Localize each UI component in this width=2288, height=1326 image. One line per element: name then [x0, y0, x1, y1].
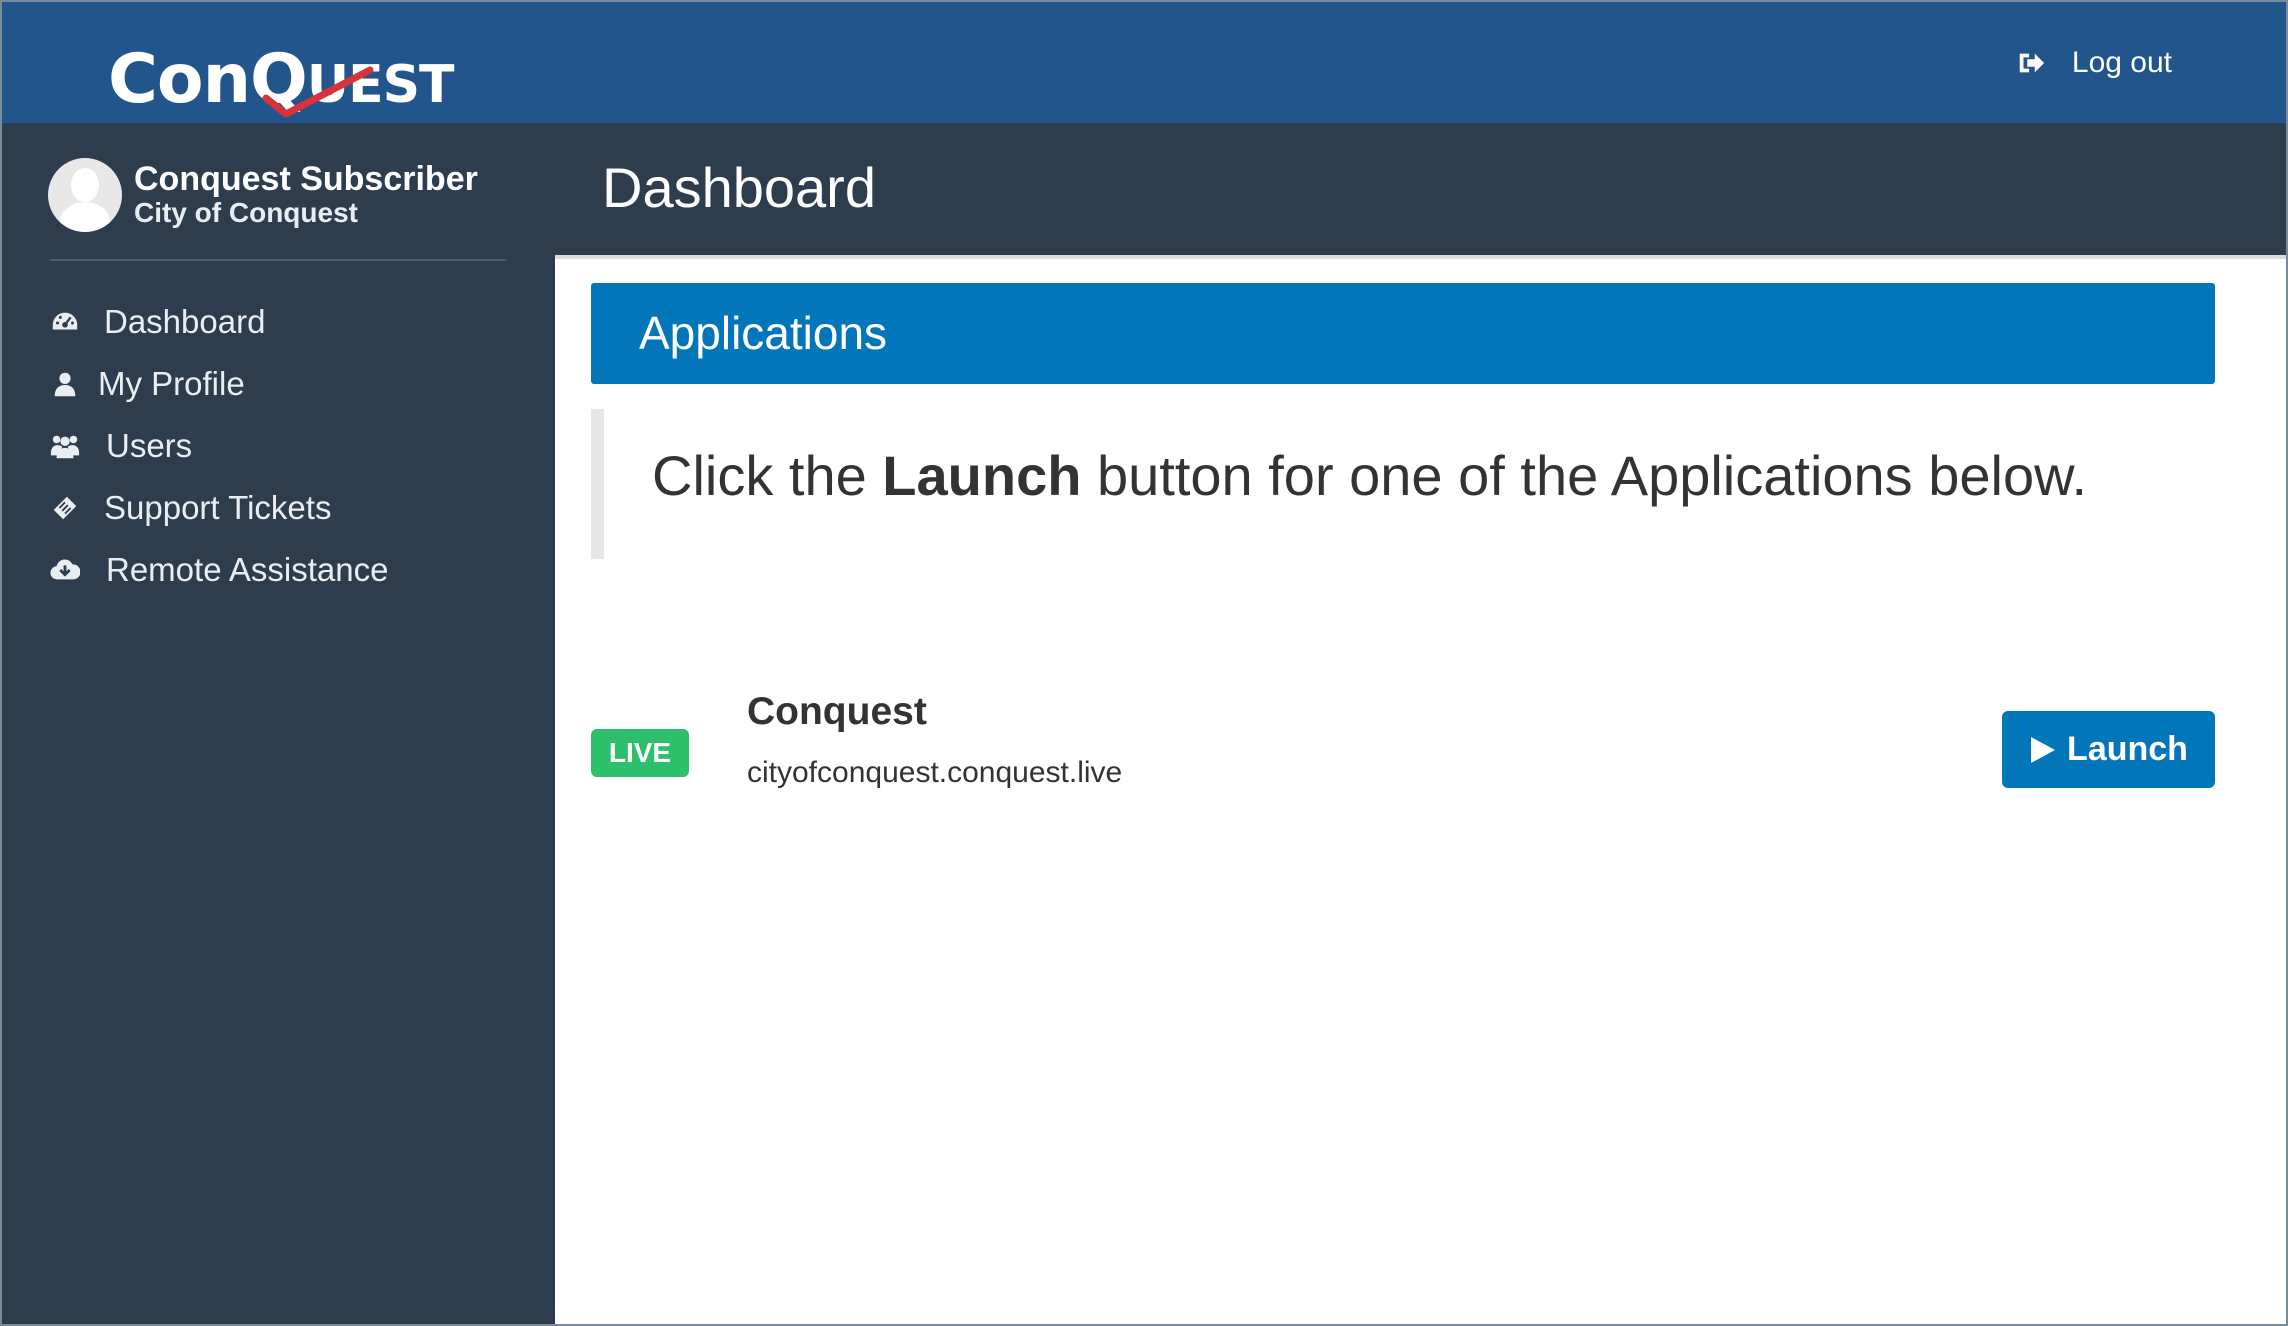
launch-label: Launch	[2067, 730, 2188, 768]
page-header: Dashboard	[555, 123, 2286, 259]
sidebar-item-label: Remote Assistance	[106, 551, 389, 588]
logout-label: Log out	[2071, 46, 2172, 79]
instruction-emphasis: Launch	[882, 444, 1082, 507]
app-window: ConQUEST Log out Conquest Subscriber Cit…	[0, 0, 2288, 1326]
launch-button[interactable]: Launch	[2002, 711, 2215, 788]
status-badge: LIVE	[591, 729, 689, 777]
user-name: Conquest Subscriber	[134, 160, 478, 198]
sidebar-item-support-tickets[interactable]: Support Tickets	[48, 477, 528, 539]
sidebar-item-my-profile[interactable]: My Profile	[48, 353, 528, 415]
sidebar-item-label: Support Tickets	[104, 489, 332, 526]
sidebar-item-label: Dashboard	[104, 303, 266, 340]
sidebar-item-label: Users	[106, 427, 193, 464]
sidebar-item-label: My Profile	[98, 365, 245, 402]
avatar	[48, 158, 122, 232]
sign-out-icon	[2019, 53, 2045, 73]
instruction-text: Click the Launch button for one of the A…	[652, 444, 2088, 507]
play-icon	[2031, 736, 2056, 763]
applications-title: Applications	[639, 307, 888, 359]
ticket-icon	[48, 491, 82, 525]
logo-checkmark-icon	[262, 66, 374, 118]
instruction-blockquote: Click the Launch button for one of the A…	[591, 409, 2215, 559]
application-name: Conquest	[747, 690, 927, 733]
users-icon	[48, 429, 82, 463]
sidebar: Conquest Subscriber City of Conquest Das…	[2, 123, 555, 1324]
cloud-download-icon	[48, 553, 82, 587]
sidebar-item-dashboard[interactable]: Dashboard	[48, 291, 528, 353]
sidebar-item-users[interactable]: Users	[48, 415, 528, 477]
applications-panel-header: Applications	[591, 283, 2215, 384]
conquest-logo[interactable]: ConQUEST	[108, 24, 455, 118]
user-organization: City of Conquest	[134, 197, 358, 228]
application-row: LIVE Conquest cityofconquest.conquest.li…	[591, 689, 2215, 809]
sidebar-divider	[50, 259, 506, 261]
page-title: Dashboard	[602, 156, 876, 219]
user-profile-block: Conquest Subscriber City of Conquest	[48, 151, 508, 239]
application-url: cityofconquest.conquest.live	[747, 756, 1123, 789]
main-content: Applications Click the Launch button for…	[555, 259, 2286, 1324]
dashboard-icon	[48, 305, 82, 339]
logout-button[interactable]: Log out	[2016, 42, 2172, 84]
sidebar-item-remote-assistance[interactable]: Remote Assistance	[48, 539, 528, 601]
top-bar: ConQUEST Log out	[2, 2, 2286, 123]
sidebar-nav: Dashboard My Profile Users Support Ticke…	[48, 291, 528, 601]
user-icon	[48, 367, 82, 401]
